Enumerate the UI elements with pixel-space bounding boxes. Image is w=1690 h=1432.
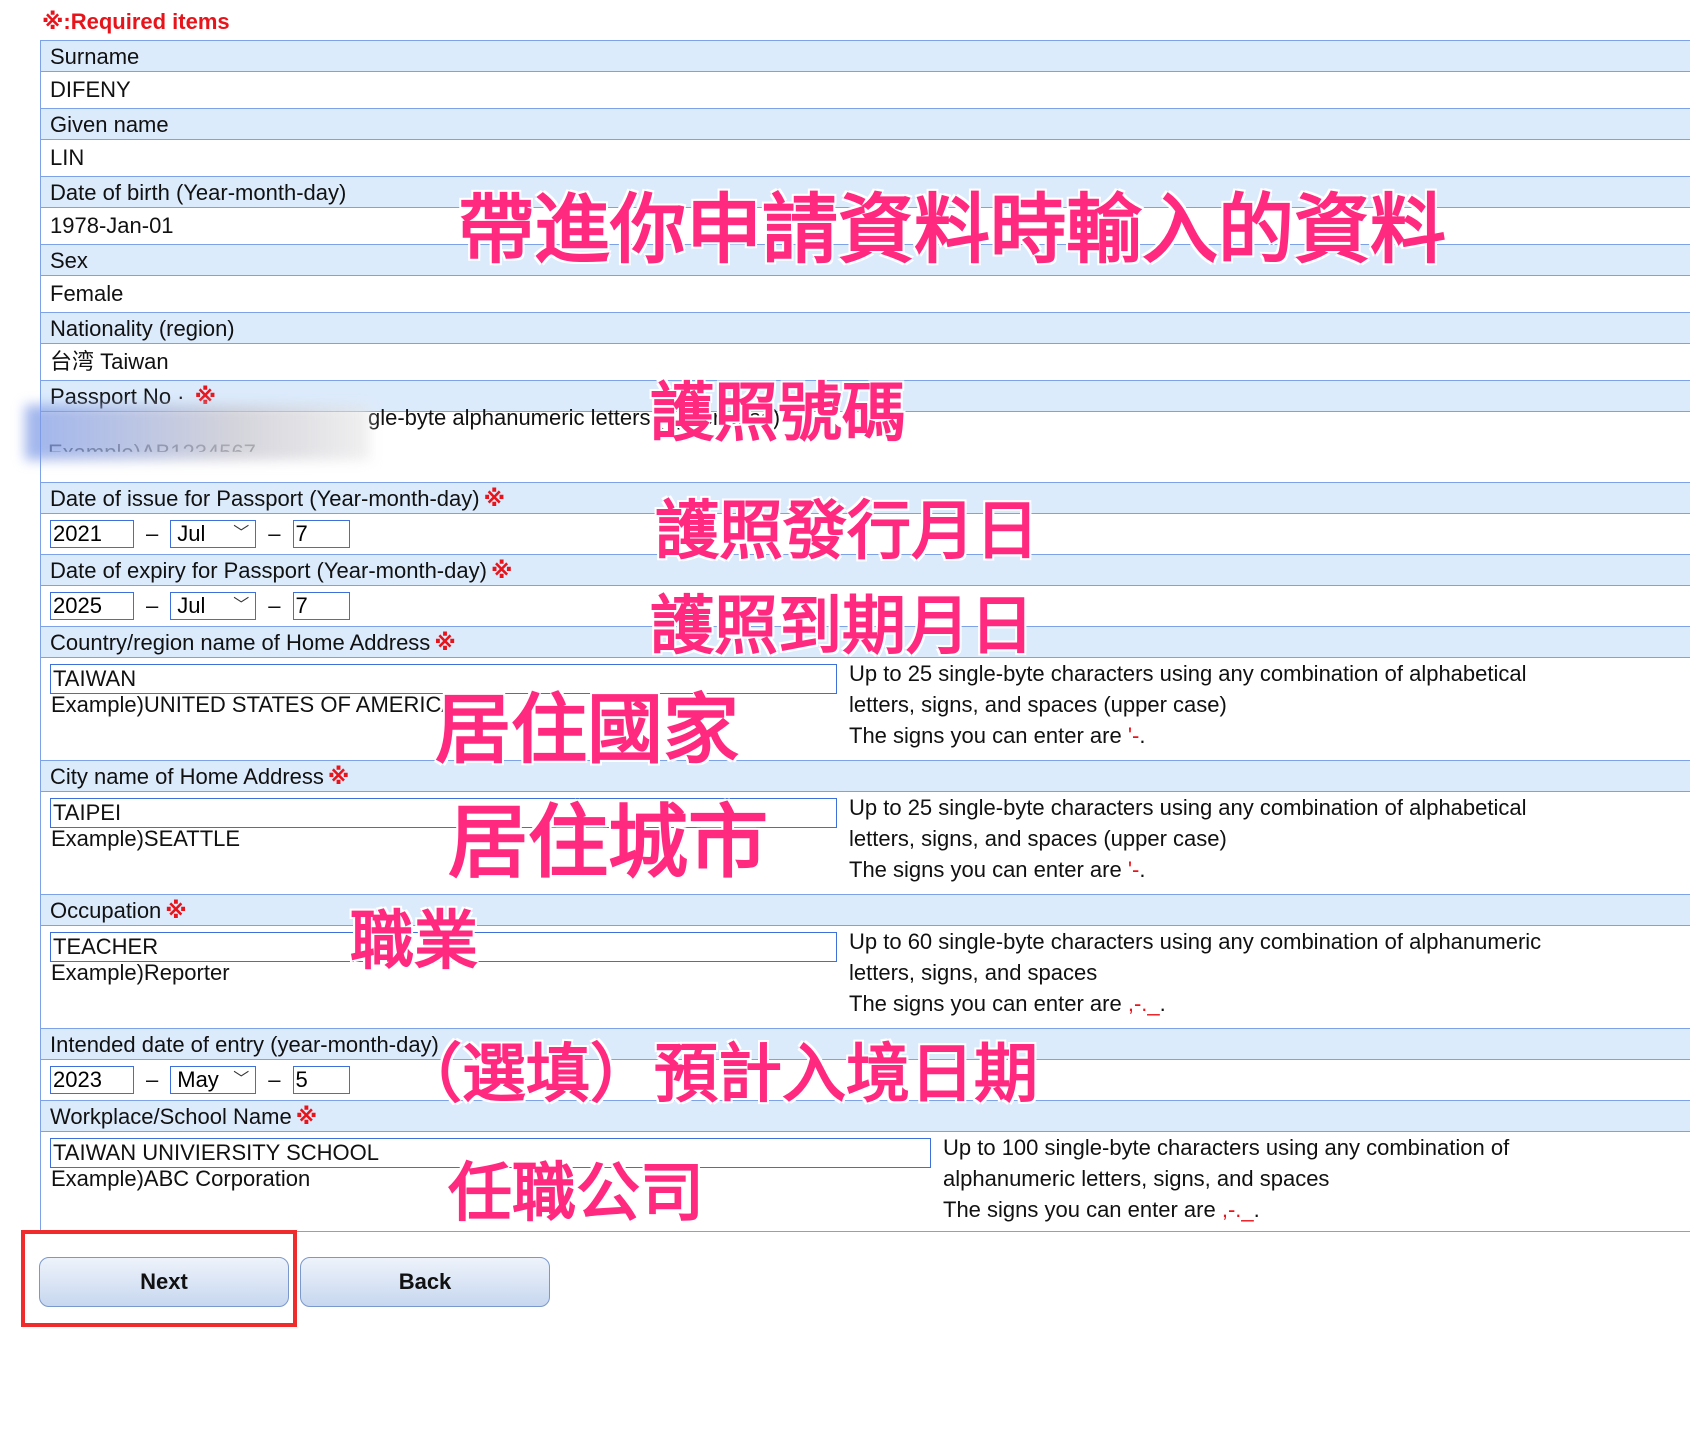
hint-line: The signs you can enter are ,-._. [849, 988, 1541, 1019]
occupation-hint: Up to 60 single-byte characters using an… [849, 926, 1541, 1019]
annotation-entry-date: （選填）預計入境日期 [398, 1038, 1038, 1112]
workplace-example: Example)ABC Corporation [51, 1166, 311, 1191]
expiry-date-label: Date of expiry for Passport (Year-month-… [50, 558, 487, 583]
city-block: TAIPEI Example)SEATTLE Up to 25 single-b… [41, 792, 1690, 894]
hint-end: . [1139, 723, 1146, 748]
annotation-workplace: 任職公司 [448, 1157, 704, 1231]
annotation-city: 居住城市 [448, 796, 768, 889]
dash: – [268, 1067, 281, 1092]
allowed-signs: ,-._ [1221, 1197, 1254, 1222]
required-mark: ※ [165, 898, 187, 923]
issue-month-select[interactable]: Jul ﹀ [170, 520, 257, 548]
entry-month-value: May [177, 1067, 219, 1092]
required-mark: ※ [295, 1104, 318, 1129]
sex-value: Female [41, 276, 1690, 312]
dash: – [146, 521, 159, 546]
annotation-prefilled: 帶進你申請資料時輸入的資料 [458, 185, 1446, 274]
allowed-signs: '- [1127, 723, 1140, 748]
issue-day-input[interactable]: 7 [292, 520, 350, 548]
hint-line: Up to 25 single-byte characters using an… [849, 795, 1527, 820]
next-button[interactable]: Next [39, 1257, 289, 1307]
dash: – [146, 593, 159, 618]
city-label: City name of Home Address [50, 764, 324, 789]
hint-line: The signs you can enter are '-. [849, 720, 1527, 751]
city-hint: Up to 25 single-byte characters using an… [849, 792, 1527, 885]
annotation-issue-date: 護照發行月日 [655, 495, 1039, 569]
surname-value: DIFENY [41, 72, 1690, 108]
occupation-example: Example)Reporter [51, 960, 230, 985]
hint-text: The signs you can enter are [849, 723, 1128, 748]
chevron-down-icon: ﹀ [233, 525, 250, 542]
workplace-block: TAIWAN UNIVIERSITY SCHOOL Example)ABC Co… [41, 1132, 1690, 1232]
hint-end: . [1159, 991, 1166, 1016]
hint-line: letters, signs, and spaces (upper case) [849, 826, 1227, 851]
redacted-passport-number [25, 405, 370, 460]
entry-day-input[interactable]: 5 [292, 1066, 350, 1094]
required-items-note: ※:Required items [42, 9, 230, 34]
annotation-passport-no: 護照號碼 [650, 377, 906, 451]
annotation-expiry-date: 護照到期月日 [650, 590, 1034, 664]
allowed-signs: ,-._ [1127, 991, 1160, 1016]
required-mark: ※ [434, 630, 456, 655]
issue-year-input[interactable]: 2021 [50, 520, 134, 548]
chevron-down-icon: ﹀ [233, 1071, 250, 1088]
hint-text: The signs you can enter are [943, 1197, 1222, 1222]
country-block: TAIWAN Example)UNITED STATES OF AMERICA … [41, 658, 1690, 760]
hint-end: . [1253, 1197, 1260, 1222]
occupation-block: TEACHER Example)Reporter Up to 60 single… [41, 926, 1690, 1028]
hint-line: alphanumeric letters, signs, and spaces [943, 1166, 1330, 1191]
country-example: Example)UNITED STATES OF AMERICA [51, 692, 457, 717]
hint-line: The signs you can enter are ,-._. [943, 1194, 1509, 1225]
occupation-label: Occupation [50, 898, 162, 923]
city-header: City name of Home Address ※ [41, 760, 1690, 792]
surname-label: Surname [41, 40, 1690, 72]
workplace-label: Workplace/School Name [50, 1104, 292, 1129]
expiry-day-input[interactable]: 7 [292, 592, 350, 620]
dash: – [268, 521, 281, 546]
required-mark: ※ [327, 764, 350, 789]
hint-line: letters, signs, and spaces (upper case) [849, 692, 1227, 717]
entry-year-input[interactable]: 2023 [50, 1066, 134, 1094]
hint-line: Up to 60 single-byte characters using an… [849, 929, 1542, 954]
country-label: Country/region name of Home Address [50, 630, 431, 655]
hint-text: The signs you can enter are [849, 857, 1128, 882]
occupation-header: Occupation ※ [41, 894, 1690, 926]
hint-end: . [1139, 857, 1146, 882]
hint-text: The signs you can enter are [849, 991, 1128, 1016]
country-hint: Up to 25 single-byte characters using an… [849, 658, 1527, 751]
dash: – [268, 593, 281, 618]
issue-date-label: Date of issue for Passport (Year-month-d… [50, 486, 480, 511]
entry-month-select[interactable]: May ﹀ [170, 1066, 257, 1094]
city-example: Example)SEATTLE [51, 826, 241, 851]
chevron-down-icon: ﹀ [233, 597, 250, 614]
required-mark: ※ [490, 558, 513, 583]
annotation-occupation: 職業 [350, 905, 478, 979]
back-button[interactable]: Back [300, 1257, 550, 1307]
allowed-signs: '- [1127, 857, 1140, 882]
expiry-year-input[interactable]: 2025 [50, 592, 134, 620]
expiry-month-select[interactable]: Jul ﹀ [170, 592, 257, 620]
nationality-label: Nationality (region) [41, 312, 1690, 344]
dash: – [146, 1067, 159, 1092]
hint-line: Up to 100 single-byte characters using a… [943, 1135, 1510, 1160]
required-mark: ※ [483, 486, 505, 511]
annotation-country: 居住國家 [435, 685, 739, 774]
expiry-month-value: Jul [177, 593, 206, 618]
hint-line: letters, signs, and spaces [849, 960, 1098, 985]
issue-month-value: Jul [177, 521, 206, 546]
given-name-label: Given name [41, 108, 1690, 140]
hint-line: The signs you can enter are '-. [849, 854, 1527, 885]
workplace-hint: Up to 100 single-byte characters using a… [943, 1132, 1509, 1225]
